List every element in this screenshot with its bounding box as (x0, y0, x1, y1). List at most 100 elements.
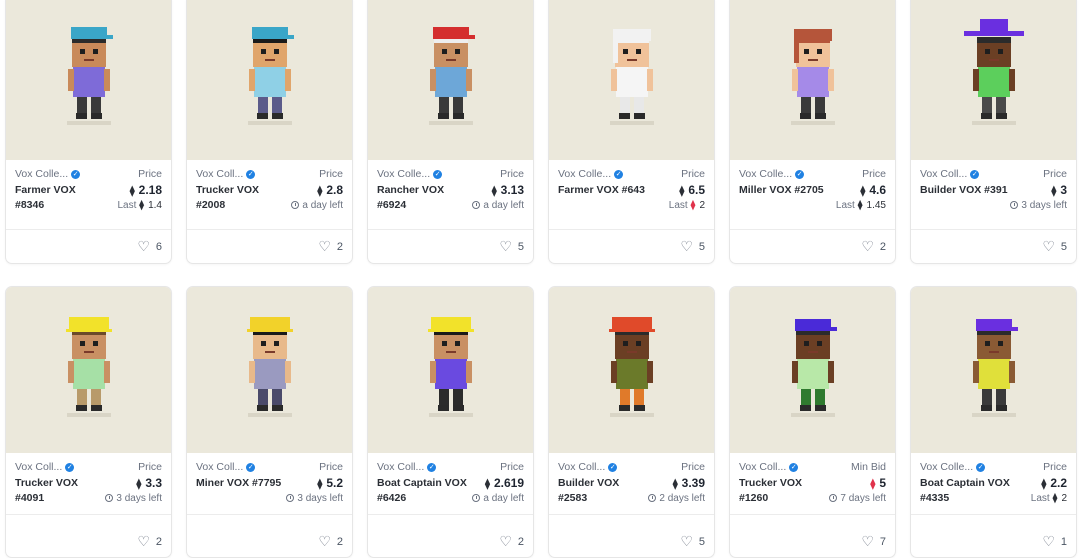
nft-name[interactable]: Miller VOX #2705 (739, 183, 831, 198)
time-left: a day left (302, 200, 343, 211)
nft-name[interactable]: Trucker VOX #1260 (739, 476, 831, 506)
collection-name[interactable]: Vox Coll... ✓ (558, 461, 618, 473)
nft-card[interactable]: Vox Coll... ✓ Builder VOX #391 Price ⧫ 3 3 day… (910, 0, 1077, 264)
favorite-button[interactable]: ♡ 2 (318, 238, 343, 255)
avatar-eye (804, 49, 809, 54)
avatar-hard-hat-brim (609, 329, 655, 332)
avatar-eye (274, 341, 279, 346)
eth-icon: ⧫ (679, 186, 685, 197)
nft-image[interactable] (368, 287, 533, 453)
nft-name[interactable]: Trucker VOX #4091 (15, 476, 107, 506)
nft-card[interactable]: Vox Colle... ✓ Rancher VOX #6924 Price ⧫ 3.13… (367, 0, 534, 264)
nft-name[interactable]: Boat Captain VOX #4335 (920, 476, 1012, 506)
avatar-shoe (76, 113, 87, 119)
avatar-hard-hat (431, 317, 471, 331)
nft-name[interactable]: Builder VOX #2583 (558, 476, 650, 506)
avatar-body (73, 359, 105, 389)
time-left: a day left (483, 493, 524, 504)
time-left: 3 days left (1021, 200, 1067, 211)
voxel-avatar (964, 19, 1024, 125)
nft-card[interactable]: Vox Coll... ✓ Trucker VOX #1260 Min Bid ⧫ 5 7 … (729, 286, 896, 558)
nft-image[interactable] (187, 287, 352, 453)
nft-image[interactable] (368, 0, 533, 160)
collection-name[interactable]: Vox Coll... ✓ (15, 461, 75, 473)
collection-name[interactable]: Vox Colle... ✓ (920, 461, 986, 473)
collection-name[interactable]: Vox Colle... ✓ (739, 168, 805, 180)
avatar-mouth (446, 59, 456, 61)
nft-card[interactable]: Vox Coll... ✓ Trucker VOX #2008 Price ⧫ 2.8 a … (186, 0, 353, 264)
avatar-body (616, 67, 648, 97)
nft-image[interactable] (730, 0, 895, 160)
avatar-arm (68, 69, 74, 91)
favorite-button[interactable]: ♡ 5 (499, 238, 524, 255)
nft-image[interactable] (911, 287, 1076, 453)
nft-card[interactable]: Vox Coll... ✓ Miner VOX #7795 Price ⧫ 5.2 3 da… (186, 286, 353, 558)
nft-image[interactable] (549, 0, 714, 160)
last-sale-amount: 1.4 (148, 200, 162, 211)
favorite-button[interactable]: ♡ 5 (680, 238, 705, 255)
favorite-button[interactable]: ♡ 2 (861, 238, 886, 255)
nft-card[interactable]: Vox Colle... ✓ Miller VOX #2705 Price ⧫ 4.6 La… (729, 0, 896, 264)
avatar-arm (828, 361, 834, 383)
avatar-eye (442, 341, 447, 346)
nft-image[interactable] (6, 0, 171, 160)
nft-image[interactable] (187, 0, 352, 160)
nft-card[interactable]: Vox Coll... ✓ Boat Captain VOX #6426 Price ⧫… (367, 286, 534, 558)
collection-name[interactable]: Vox Coll... ✓ (739, 461, 799, 473)
avatar-mouth (446, 351, 456, 353)
favorite-button[interactable]: ♡ 1 (1042, 533, 1067, 550)
verified-badge-icon: ✓ (976, 463, 986, 472)
avatar-shoe (91, 405, 102, 411)
eth-icon: ⧫ (857, 200, 863, 211)
voxel-avatar (67, 27, 113, 125)
favorite-button[interactable]: ♡ 2 (499, 533, 524, 550)
avatar-eye (80, 341, 85, 346)
nft-card[interactable]: Vox Colle... ✓ Farmer VOX #8346 Price ⧫ 2.18 L… (5, 0, 172, 264)
avatar-wide-hat (980, 19, 1008, 33)
nft-name[interactable]: Miner VOX #7795 (196, 476, 288, 491)
sale-detail: Last ⧫ 2 (1031, 493, 1067, 504)
avatar-shoe (981, 113, 992, 119)
price-amount: 2.8 (326, 183, 343, 197)
avatar-shoe (272, 113, 283, 119)
favorite-button[interactable]: ♡ 6 (137, 238, 162, 255)
collection-name[interactable]: Vox Coll... ✓ (920, 168, 980, 180)
collection-label: Vox Colle... (15, 168, 69, 180)
nft-image[interactable] (549, 287, 714, 453)
nft-card[interactable]: Vox Coll... ✓ Builder VOX #2583 Price ⧫ 3.39 2… (548, 286, 715, 558)
collection-name[interactable]: Vox Colle... ✓ (558, 168, 624, 180)
favorite-count: 5 (698, 536, 705, 548)
avatar-shoe (634, 113, 645, 119)
collection-name[interactable]: Vox Coll... ✓ (196, 168, 256, 180)
collection-name[interactable]: Vox Colle... ✓ (377, 168, 443, 180)
avatar-body (978, 359, 1010, 389)
clock-icon (472, 201, 481, 209)
nft-card[interactable]: Vox Coll... ✓ Trucker VOX #4091 Price ⧫ 3.3 3 … (5, 286, 172, 558)
voxel-avatar (972, 319, 1018, 417)
favorite-button[interactable]: ♡ 2 (137, 533, 162, 550)
nft-name[interactable]: Builder VOX #391 (920, 183, 1012, 198)
avatar-arm (68, 361, 74, 383)
price-value: ⧫ 2.619 (485, 476, 524, 490)
favorite-button[interactable]: ♡ 5 (680, 533, 705, 550)
nft-name[interactable]: Farmer VOX #643 (558, 183, 650, 198)
favorite-button[interactable]: ♡ 2 (318, 533, 343, 550)
nft-name[interactable]: Trucker VOX #2008 (196, 183, 288, 213)
nft-image[interactable] (6, 287, 171, 453)
nft-name[interactable]: Rancher VOX #6924 (377, 183, 469, 213)
collection-name[interactable]: Vox Coll... ✓ (377, 461, 437, 473)
favorite-button[interactable]: ♡ 5 (1042, 238, 1067, 255)
heart-icon: ♡ (1042, 238, 1055, 254)
collection-label: Vox Coll... (196, 461, 244, 473)
nft-image[interactable] (911, 0, 1076, 160)
avatar-shadow (972, 121, 1016, 125)
favorite-button[interactable]: ♡ 7 (861, 533, 886, 550)
price-value: ⧫ 6.5 (679, 183, 705, 197)
nft-name[interactable]: Farmer VOX #8346 (15, 183, 107, 213)
collection-name[interactable]: Vox Coll... ✓ (196, 461, 256, 473)
nft-image[interactable] (730, 287, 895, 453)
collection-name[interactable]: Vox Colle... ✓ (15, 168, 81, 180)
nft-card[interactable]: Vox Colle... ✓ Boat Captain VOX #4335 Price… (910, 286, 1077, 558)
nft-name[interactable]: Boat Captain VOX #6426 (377, 476, 469, 506)
nft-card[interactable]: Vox Colle... ✓ Farmer VOX #643 Price ⧫ 6.5 Las… (548, 0, 715, 264)
